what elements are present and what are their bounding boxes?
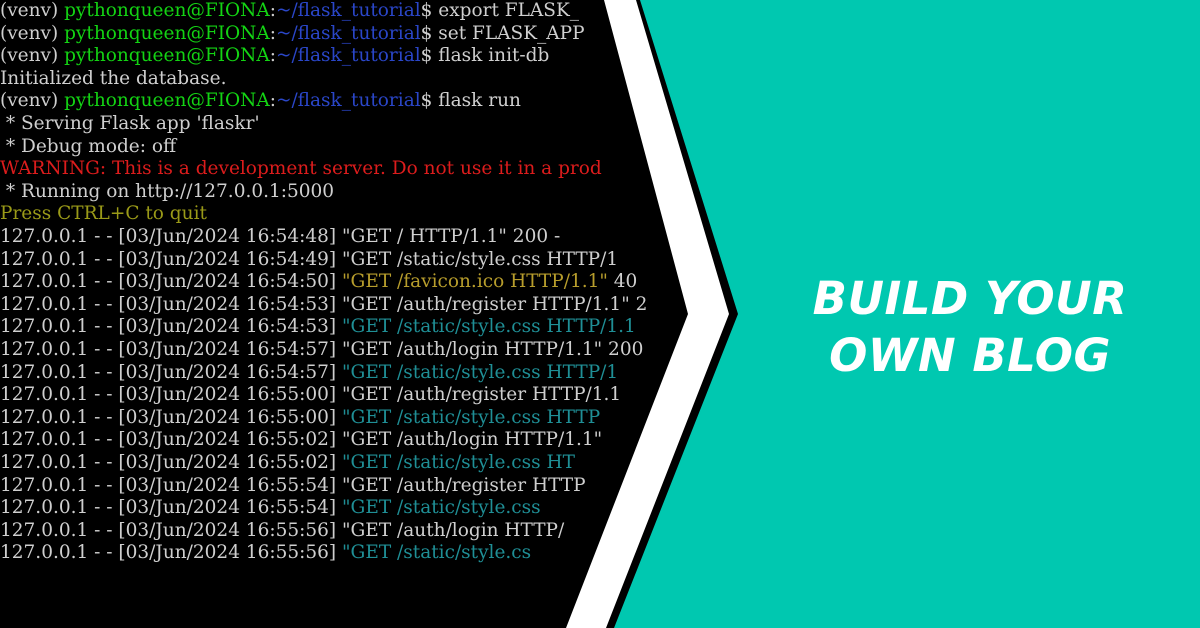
terminal-line: (venv) pythonqueen@FIONA:~/flask_tutoria… [0, 0, 579, 22]
terminal-text-segment: 127.0.0.1 - - [03/Jun/2024 16:55:56] [0, 542, 343, 564]
terminal-line: 127.0.0.1 - - [03/Jun/2024 16:55:02] "GE… [0, 429, 602, 451]
terminal-text-segment: (venv) [0, 22, 65, 44]
terminal-text-segment: * Debug mode: off [0, 135, 177, 157]
terminal-text-segment: 127.0.0.1 - - [03/Jun/2024 16:55:00] "GE… [0, 384, 622, 406]
terminal-line: 127.0.0.1 - - [03/Jun/2024 16:54:50] "GE… [0, 271, 637, 293]
terminal-line: 127.0.0.1 - - [03/Jun/2024 16:55:56] "GE… [0, 520, 564, 542]
terminal-line: 127.0.0.1 - - [03/Jun/2024 16:55:00] "GE… [0, 384, 621, 406]
terminal-text-segment: (venv) [0, 0, 65, 21]
terminal-line: 127.0.0.1 - - [03/Jun/2024 16:54:53] "GE… [0, 316, 636, 338]
terminal-text-segment: 127.0.0.1 - - [03/Jun/2024 16:54:53] [0, 316, 343, 338]
terminal-text-segment: "GET /static/style.cs [342, 542, 532, 564]
banner-title: BUILD YOUR OWN BLOG [800, 270, 1140, 384]
terminal-text-segment: 127.0.0.1 - - [03/Jun/2024 16:54:53] "GE… [0, 293, 648, 315]
terminal-text-segment: 127.0.0.1 - - [03/Jun/2024 16:54:57] [0, 361, 343, 383]
terminal-text-segment: 127.0.0.1 - - [03/Jun/2024 16:54:49] "GE… [0, 248, 619, 270]
terminal-line: 127.0.0.1 - - [03/Jun/2024 16:54:57] "GE… [0, 339, 643, 361]
terminal-text-segment: Initialized the database. [0, 67, 227, 89]
terminal-line: WARNING: This is a development server. D… [0, 158, 602, 180]
terminal-text-segment: $ flask run [420, 90, 521, 112]
terminal-line: (venv) pythonqueen@FIONA:~/flask_tutoria… [0, 23, 585, 45]
terminal-line: * Serving Flask app 'flaskr' [0, 113, 260, 135]
terminal-text-segment: 127.0.0.1 - - [03/Jun/2024 16:55:54] [0, 497, 343, 519]
banner-title-line-2: OWN BLOG [829, 329, 1111, 382]
terminal-text-segment: 127.0.0.1 - - [03/Jun/2024 16:55:54] "GE… [0, 474, 586, 496]
terminal-text-segment: $ set FLASK_APP [420, 22, 585, 44]
terminal-text-segment: "GET /static/style.css HTTP/1.1 [342, 316, 636, 338]
terminal-text-segment: pythonqueen@FIONA [64, 90, 270, 112]
terminal-line: 127.0.0.1 - - [03/Jun/2024 16:54:48] "GE… [0, 226, 560, 248]
terminal-text-segment: 127.0.0.1 - - [03/Jun/2024 16:55:56] "GE… [0, 519, 565, 541]
terminal-line: * Debug mode: off [0, 136, 176, 158]
terminal-line: 127.0.0.1 - - [03/Jun/2024 16:55:54] "GE… [0, 475, 586, 497]
terminal-text-segment: pythonqueen@FIONA [64, 0, 270, 21]
terminal-text-segment: * Running on http://127.0.0.1:5000 [0, 180, 335, 202]
terminal-text-segment: $ export FLASK_ [420, 0, 580, 21]
terminal-text-segment: "GET /static/style.css HTTP [342, 406, 601, 428]
terminal-text-segment: ~/flask_tutorial [275, 22, 421, 44]
terminal-text-segment: pythonqueen@FIONA [64, 22, 270, 44]
terminal-line: * Running on http://127.0.0.1:5000 [0, 181, 334, 203]
terminal-text-segment: WARNING: This is a development server. D… [0, 158, 602, 180]
terminal-line: 127.0.0.1 - - [03/Jun/2024 16:55:54] "GE… [0, 497, 541, 519]
terminal-text-segment: 127.0.0.1 - - [03/Jun/2024 16:55:02] [0, 452, 343, 473]
terminal-text-segment: 127.0.0.1 - - [03/Jun/2024 16:54:50] [0, 271, 343, 293]
terminal-line: (venv) pythonqueen@FIONA:~/flask_tutoria… [0, 90, 521, 112]
terminal-line: 127.0.0.1 - - [03/Jun/2024 16:55:56] "GE… [0, 542, 531, 564]
terminal-line: (venv) pythonqueen@FIONA:~/flask_tutoria… [0, 45, 549, 67]
terminal-text-segment: (venv) [0, 90, 65, 112]
terminal-text-segment: pythonqueen@FIONA [64, 45, 270, 67]
terminal-line: 127.0.0.1 - - [03/Jun/2024 16:55:00] "GE… [0, 407, 600, 429]
terminal-text-segment: "GET /static/style.css HTTP/1 [342, 361, 619, 383]
terminal-text-segment: 127.0.0.1 - - [03/Jun/2024 16:55:00] [0, 406, 343, 428]
banner-title-line-1: BUILD YOUR [812, 272, 1128, 325]
terminal-line: Press CTRL+C to quit [0, 203, 207, 225]
terminal-text-segment: ~/flask_tutorial [275, 90, 421, 112]
terminal-line: 127.0.0.1 - - [03/Jun/2024 16:54:57] "GE… [0, 362, 618, 384]
terminal-text-segment: 127.0.0.1 - - [03/Jun/2024 16:54:57] "GE… [0, 339, 644, 360]
terminal-text-segment: $ flask init-db [420, 45, 550, 67]
terminal-text-segment: "GET /static/style.css [342, 497, 541, 519]
terminal-line: 127.0.0.1 - - [03/Jun/2024 16:55:02] "GE… [0, 452, 575, 474]
terminal-text-segment: ~/flask_tutorial [275, 0, 421, 21]
terminal-text-segment: 127.0.0.1 - - [03/Jun/2024 16:54:48] "GE… [0, 226, 561, 247]
terminal-text-segment: Press CTRL+C to quit [0, 203, 207, 225]
terminal-text-segment: 40 [607, 271, 638, 293]
terminal-line: 127.0.0.1 - - [03/Jun/2024 16:54:53] "GE… [0, 294, 647, 316]
terminal-text-segment: ~/flask_tutorial [275, 45, 421, 67]
terminal-text-segment: * Serving Flask app 'flaskr' [0, 113, 260, 134]
terminal-text-segment: 127.0.0.1 - - [03/Jun/2024 16:55:02] "GE… [0, 429, 603, 451]
terminal-line: Initialized the database. [0, 68, 226, 90]
terminal-line: 127.0.0.1 - - [03/Jun/2024 16:54:49] "GE… [0, 249, 618, 271]
terminal-text-segment: (venv) [0, 45, 65, 67]
terminal-text-segment: "GET /favicon.ico HTTP/1.1" [342, 271, 608, 293]
terminal-text-segment: "GET /static/style.css HT [342, 452, 576, 473]
